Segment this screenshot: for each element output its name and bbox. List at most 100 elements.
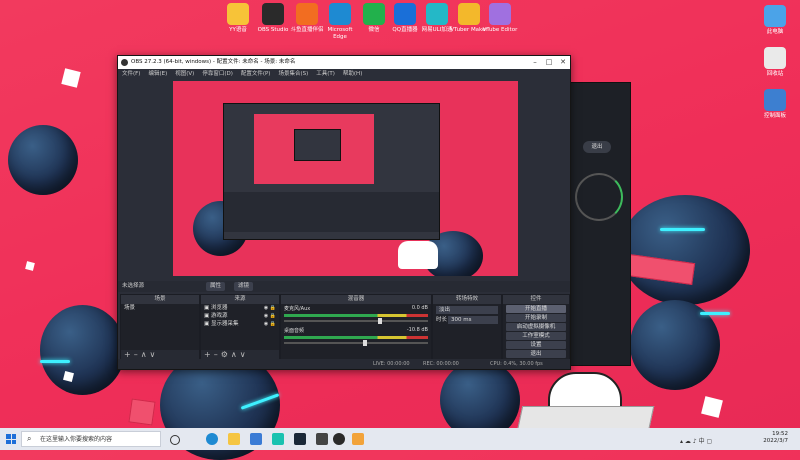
obs-app-icon <box>121 59 128 66</box>
wallpaper-sphere <box>40 305 125 395</box>
cat-sticker <box>398 241 438 269</box>
maximize-button[interactable]: □ <box>542 56 556 69</box>
app-taskbar-icon[interactable] <box>272 433 284 445</box>
menu-item[interactable]: 场景集合(S) <box>274 69 312 79</box>
system-tray[interactable]: ▴ ☁ ♪ 中 ▢ <box>680 436 760 445</box>
menu-item[interactable]: 工具(T) <box>312 69 339 79</box>
desktop-icon[interactable]: 控制面板 <box>755 89 795 120</box>
wallpaper-cube <box>128 398 156 426</box>
transition-select[interactable]: 淡出 <box>436 306 498 314</box>
sources-toolbar[interactable]: +–⚙∧∨ <box>204 350 249 359</box>
source-label: ▣ 显示器采集 <box>204 321 239 327</box>
mixer-dock: 混音器 麦克风/Aux 0.0 dB 桌面音频 -10.8 dB <box>280 294 432 361</box>
taskbar-clock[interactable]: 19:52 2022/3/7 <box>763 431 788 445</box>
menu-item[interactable]: 编辑(E) <box>144 69 171 79</box>
wallpaper-glow <box>660 228 705 231</box>
volume-meter <box>284 336 428 339</box>
app-taskbar-icon[interactable] <box>316 433 328 445</box>
control-button[interactable]: 开始录制 <box>506 314 566 322</box>
preview-canvas[interactable] <box>173 81 518 276</box>
task-view-icon[interactable] <box>170 435 180 445</box>
desktop-app-icon <box>329 3 351 25</box>
side-app-ring <box>575 173 623 221</box>
obs-taskbar-icon[interactable] <box>333 433 345 445</box>
properties-button[interactable]: 属性 <box>206 282 226 291</box>
scenes-toolbar[interactable]: +–∧∨ <box>124 350 158 359</box>
menu-item[interactable]: 配置文件(P) <box>237 69 275 79</box>
desktop-icon-label: VTube Editor <box>482 27 518 33</box>
desktop-icon[interactable]: 此电脑 <box>755 5 795 36</box>
source-label: ▣ 浏览器 <box>204 305 228 311</box>
control-button[interactable]: 设置 <box>506 341 566 349</box>
rec-timer: REC: 00:00:00 <box>423 361 459 367</box>
source-item[interactable]: ▣ 显示器采集 ◉ 🔒 <box>201 320 279 328</box>
obs-menubar: 文件(F) 编辑(E) 视图(V) 停靠窗口(D) 配置文件(P) 场景集合(S) 工具(T… <box>118 69 570 79</box>
wallpaper-cube <box>61 68 81 88</box>
channel-name: 麦克风/Aux <box>284 306 311 312</box>
channel-db: -10.8 dB <box>406 327 428 333</box>
clock-date: 2022/3/7 <box>763 438 788 444</box>
desktop-icon[interactable]: VTube Editor <box>480 3 520 34</box>
mixer-channel: 麦克风/Aux 0.0 dB <box>281 304 431 326</box>
start-button[interactable] <box>6 434 16 444</box>
filters-button[interactable]: 滤镜 <box>234 282 254 291</box>
desktop-icon[interactable]: YY语音 <box>218 3 258 34</box>
store-icon[interactable] <box>250 433 262 445</box>
source-label: ▣ 游戏源 <box>204 313 228 319</box>
scene-item[interactable]: 场景 <box>121 304 199 312</box>
minimize-button[interactable]: – <box>528 56 542 69</box>
controls-dock-title: 控件 <box>503 295 569 304</box>
file-explorer-icon[interactable] <box>228 433 240 445</box>
channel-name: 桌面音频 <box>284 328 305 334</box>
volume-slider[interactable] <box>284 340 428 346</box>
menu-item[interactable]: 停靠窗口(D) <box>198 69 237 79</box>
desktop-icon-label: 此电脑 <box>766 29 784 35</box>
search-icon: ⌕ <box>27 434 32 443</box>
source-item[interactable]: ▣ 浏览器 ◉ 🔒 <box>201 304 279 312</box>
no-source-label: 未选择源 <box>122 283 145 289</box>
control-button[interactable]: 启动虚拟摄像机 <box>506 323 566 331</box>
channel-db: 0.0 dB <box>411 305 428 311</box>
menu-item[interactable]: 视图(V) <box>171 69 198 79</box>
edge-taskbar-icon[interactable] <box>206 433 218 445</box>
desktop-app-icon <box>458 3 480 25</box>
mixer-dock-title: 混音器 <box>281 295 431 304</box>
control-button[interactable]: 开始直播 <box>506 305 566 313</box>
desktop-app-icon <box>489 3 511 25</box>
clock-time: 19:52 <box>772 431 788 437</box>
wallpaper-cube <box>701 396 723 418</box>
cpu-fps: CPU: 0.4%, 30.00 fps <box>490 361 543 367</box>
obs-statusbar: LIVE: 00:00:00 REC: 00:00:00 CPU: 0.4%, … <box>118 359 570 369</box>
steam-taskbar-icon[interactable] <box>294 433 306 445</box>
close-button[interactable]: ✕ <box>556 56 570 69</box>
controls-dock: 控件 开始直播 开始录制 启动虚拟摄像机 工作室模式 设置 退出 <box>502 294 570 361</box>
side-app-window: 退出 <box>568 82 631 366</box>
desktop-app-icon <box>296 3 318 25</box>
transitions-dock: 转场特效 淡出 时长 300 ms <box>432 294 502 361</box>
nested-obs-preview <box>223 103 440 240</box>
desktop-app-icon <box>262 3 284 25</box>
source-item[interactable]: ▣ 游戏源 ◉ 🔒 <box>201 312 279 320</box>
menu-item[interactable]: 文件(F) <box>118 69 144 79</box>
desktop-app-icon <box>227 3 249 25</box>
wallpaper-cube <box>25 261 35 271</box>
scene-status-bar: 未选择源 属性 滤镜 <box>118 281 570 292</box>
desktop-icon[interactable]: 回收站 <box>755 47 795 78</box>
desktop-app-icon <box>394 3 416 25</box>
menu-item[interactable]: 帮助(H) <box>339 69 366 79</box>
duration-input[interactable]: 300 ms <box>448 316 498 324</box>
visibility-icon[interactable]: ◉ 🔒 <box>264 320 276 328</box>
wallpaper-glow <box>40 360 70 363</box>
app-taskbar-icon[interactable] <box>352 433 364 445</box>
obs-titlebar: OBS 27.2.3 (64-bit, windows) - 配置文件: 未命名… <box>118 56 570 69</box>
visibility-icon[interactable]: ◉ 🔒 <box>264 312 276 320</box>
side-app-exit-button[interactable]: 退出 <box>583 141 611 153</box>
taskbar-search-input[interactable]: 在这里输入你要搜索的内容 <box>21 431 161 447</box>
sources-dock-title: 来源 <box>201 295 279 304</box>
control-button[interactable]: 退出 <box>506 350 566 358</box>
obs-window: OBS 27.2.3 (64-bit, windows) - 配置文件: 未命名… <box>117 55 571 370</box>
wallpaper-sphere <box>8 125 78 195</box>
volume-slider[interactable] <box>284 318 428 324</box>
visibility-icon[interactable]: ◉ 🔒 <box>264 304 276 312</box>
control-button[interactable]: 工作室模式 <box>506 332 566 340</box>
